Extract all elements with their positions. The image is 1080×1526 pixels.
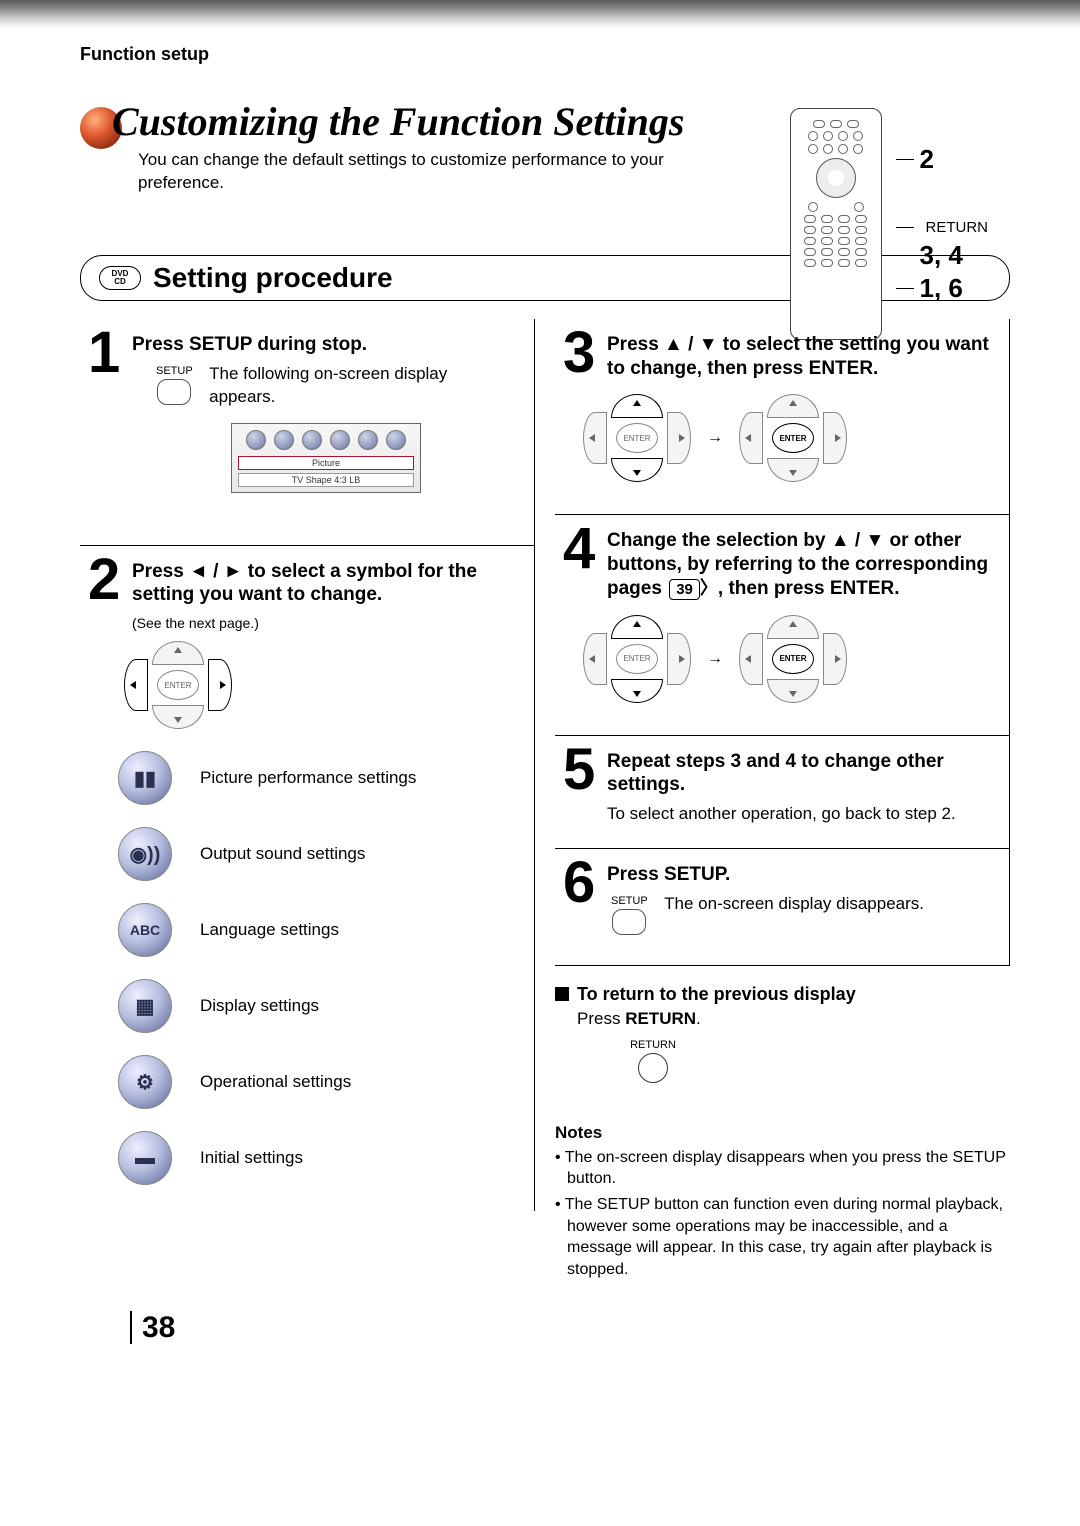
step-4-box: 4 Change the selection by ▲ / ▼ or other…: [555, 515, 1010, 735]
step-6-number: 6: [563, 857, 599, 909]
step-1-body: The following on-screen display appears.: [209, 363, 469, 409]
page-ref: 39: [669, 579, 700, 601]
osd-icon: [386, 430, 406, 450]
osd-mock: Picture TV Shape 4:3 LB: [231, 423, 421, 493]
category-item: ABC Language settings: [118, 903, 520, 957]
angle-bracket-icon: 〉: [700, 578, 718, 598]
right-column: 3 Press ▲ / ▼ to select the setting you …: [555, 319, 1010, 1285]
dpad-enter-label: ENTER: [772, 644, 814, 674]
category-label: Picture performance settings: [200, 768, 416, 788]
page-title: Customizing the Function Settings: [112, 101, 698, 143]
return-label: RETURN: [623, 1039, 683, 1051]
step-6-heading: Press SETUP.: [607, 863, 995, 887]
dpad-left-right-icon: ENTER: [118, 641, 238, 729]
step-4-heading: Change the selection by ▲ / ▼ or other b…: [607, 529, 995, 600]
osd-icon: [358, 430, 378, 450]
osd-line1: Picture: [238, 456, 414, 470]
category-item: ⚙ Operational settings: [118, 1055, 520, 1109]
disc-badge-icon: DVD CD: [99, 266, 141, 290]
columns: 1 Press SETUP during stop. SETUP The fol…: [80, 319, 1010, 1285]
category-label: Display settings: [200, 996, 319, 1016]
step-5-body: To select another operation, go back to …: [607, 803, 995, 826]
category-item: ◉)) Output sound settings: [118, 827, 520, 881]
osd-icon: [302, 430, 322, 450]
osd-icon: [274, 430, 294, 450]
return-section: To return to the previous display Press …: [555, 984, 1010, 1083]
osd-line2: TV Shape 4:3 LB: [238, 473, 414, 487]
arrow-right-icon: →: [707, 429, 723, 447]
dpad-pair-icon: ENTER → ENTER: [577, 394, 995, 482]
step-6-box: 6 Press SETUP. SETUP The on-screen displ…: [555, 849, 1010, 966]
sound-icon: ◉)): [118, 827, 172, 881]
setup-button-icon: SETUP: [611, 895, 648, 935]
dpad-pair-icon: ENTER → ENTER: [577, 615, 995, 703]
callout-34: 3, 4: [920, 240, 963, 271]
category-item: ▬ Initial settings: [118, 1131, 520, 1185]
intro-text: You can change the default settings to c…: [138, 149, 698, 195]
category-label: Language settings: [200, 920, 339, 940]
step-3-box: 3 Press ▲ / ▼ to select the setting you …: [555, 319, 1010, 516]
step-6-body: The on-screen display disappears.: [664, 893, 924, 916]
callout-2: 2: [920, 144, 934, 175]
remote-diagram: 2 RETURN 3, 4 1, 6: [790, 108, 989, 340]
page-number: 38: [130, 1311, 175, 1344]
setup-label: SETUP: [156, 365, 193, 377]
osd-icon: [330, 430, 350, 450]
category-item: ▮▮ Picture performance settings: [118, 751, 520, 805]
arrow-right-icon: →: [707, 650, 723, 668]
page: Function setup Customizing the Function …: [0, 28, 1080, 1374]
category-item: ▦ Display settings: [118, 979, 520, 1033]
setup-button-icon: SETUP: [156, 365, 193, 405]
callout-return: RETURN: [926, 219, 989, 236]
step-1-number: 1: [88, 327, 124, 379]
note-item: The SETUP button can function even durin…: [555, 1194, 1010, 1280]
left-column: 1 Press SETUP during stop. SETUP The fol…: [80, 319, 535, 1285]
return-body: Press RETURN.: [577, 1009, 1010, 1029]
callout-16: 1, 6: [920, 273, 963, 304]
category-list: ▮▮ Picture performance settings ◉)) Outp…: [118, 751, 520, 1185]
step-5-box: 5 Repeat steps 3 and 4 to change other s…: [555, 736, 1010, 849]
step-2-box: 2 Press ◄ / ► to select a symbol for the…: [80, 546, 535, 1212]
notes-heading: Notes: [555, 1123, 1010, 1143]
return-button-icon: RETURN: [623, 1039, 683, 1083]
step-2-note: (See the next page.): [132, 615, 520, 631]
category-label: Initial settings: [200, 1148, 303, 1168]
section-header: Function setup: [80, 44, 1010, 65]
operational-icon: ⚙: [118, 1055, 172, 1109]
setup-label: SETUP: [611, 895, 648, 907]
badge-cd: CD: [114, 278, 126, 286]
initial-icon: ▬: [118, 1131, 172, 1185]
dpad-enter-label: ENTER: [157, 670, 199, 700]
top-gradient: [0, 0, 1080, 28]
procedure-title: Setting procedure: [153, 262, 393, 294]
osd-icon: [246, 430, 266, 450]
step-5-number: 5: [563, 744, 599, 796]
language-icon: ABC: [118, 903, 172, 957]
remote-outline: [790, 108, 882, 340]
display-icon: ▦: [118, 979, 172, 1033]
step-3-heading: Press ▲ / ▼ to select the setting you wa…: [607, 333, 995, 381]
step-1-box: 1 Press SETUP during stop. SETUP The fol…: [80, 319, 535, 546]
note-item: The on-screen display disappears when yo…: [555, 1147, 1010, 1190]
remote-callouts: 2 RETURN 3, 4 1, 6: [896, 108, 989, 304]
step-3-number: 3: [563, 327, 599, 379]
step-2-number: 2: [88, 554, 124, 606]
dpad-enter-label: ENTER: [772, 423, 814, 453]
step-5-heading: Repeat steps 3 and 4 to change other set…: [607, 750, 995, 798]
return-title: To return to the previous display: [577, 984, 856, 1004]
notes-list: The on-screen display disappears when yo…: [555, 1147, 1010, 1281]
dpad-enter-label: ENTER: [616, 644, 658, 674]
step-1-heading: Press SETUP during stop.: [132, 333, 520, 357]
square-bullet-icon: [555, 987, 569, 1001]
category-label: Operational settings: [200, 1072, 351, 1092]
step-4-number: 4: [563, 523, 599, 575]
picture-icon: ▮▮: [118, 751, 172, 805]
dpad-enter-label: ENTER: [616, 423, 658, 453]
category-label: Output sound settings: [200, 844, 365, 864]
step-2-heading: Press ◄ / ► to select a symbol for the s…: [132, 560, 520, 608]
